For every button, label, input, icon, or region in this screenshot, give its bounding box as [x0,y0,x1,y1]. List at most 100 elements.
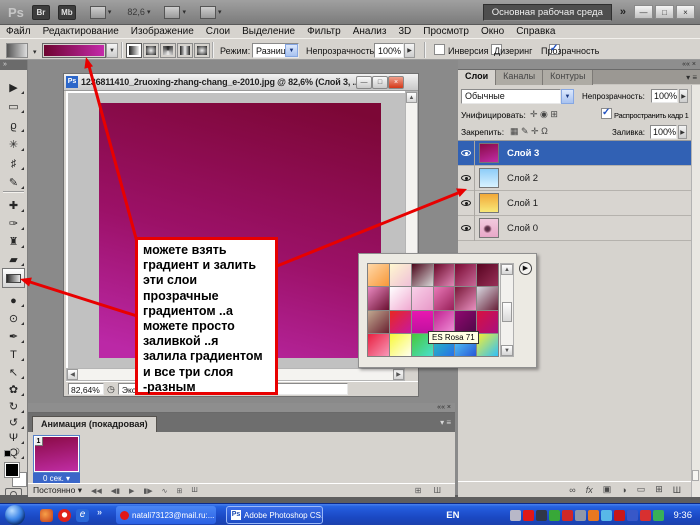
animation-tab[interactable]: Анимация (покадровая) [32,416,157,432]
tray-icon-8[interactable] [613,509,625,521]
menu-Анализ[interactable]: Анализ [347,26,393,37]
menu-Справка[interactable]: Справка [510,26,561,37]
3d-rotate-tool[interactable]: ↻ [0,399,27,415]
menu-Фильтр[interactable]: Фильтр [301,26,347,37]
mode-select-arrow[interactable]: ▼ [285,44,298,57]
propagate-checkbox[interactable] [601,107,612,119]
doc-minimize-button[interactable]: — [356,75,372,89]
gradient-type-4[interactable] [194,43,210,58]
gradient-swatch-23[interactable] [477,333,498,356]
menu-Редактирование[interactable]: Редактирование [37,26,125,37]
duplicate-frame-icon[interactable]: ⊞ [177,487,183,495]
layer-visibility-toggle[interactable] [458,190,475,216]
gradient-preview-arrow[interactable]: ▼ [106,43,118,58]
start-button[interactable] [5,505,25,525]
swap-colors-icon[interactable]: ⤸ [15,447,20,457]
gradient-swatch-19[interactable] [389,333,411,356]
gradient-swatch-5[interactable] [477,264,498,287]
animation-frame[interactable]: 1 0 сек. ▾ [33,435,80,485]
layer-thumbnail[interactable] [479,168,499,188]
layer-visibility-toggle[interactable] [458,140,475,166]
document-titlebar[interactable]: Ps 1236811410_2ruoxing-zhang-chang_e-201… [64,74,418,91]
playback-2[interactable]: ▶ [129,488,134,495]
quicklaunch-icon-2[interactable] [58,509,71,522]
gradient-swatch-16[interactable] [455,310,477,333]
default-colors-icon[interactable] [4,450,11,457]
tab-Слои[interactable]: Слои [458,70,497,85]
layers-menu-icon[interactable]: ▾ ≡ [686,73,697,82]
hand-tool[interactable]: Ψ [0,430,27,446]
gradient-picker-menu-button[interactable]: ▶ [519,262,532,275]
layer-row-Слой 2[interactable]: Слой 2 [458,165,691,191]
menu-Файл[interactable]: Файл [0,26,37,37]
eyedropper-tool[interactable]: ✎ [0,175,27,191]
arrange-documents-icon[interactable] [164,5,181,19]
brush-tool[interactable]: ✑ [0,216,27,232]
blend-mode-select[interactable]: Обычные [461,89,561,104]
gradient-tool[interactable] [2,268,25,288]
unify-icons[interactable]: ✛ ◉ ⊞ [530,109,558,120]
animation-menu-icon[interactable]: ▾ ≡ [440,418,451,427]
panel-scrollbar[interactable] [691,85,700,497]
opacity-arrow[interactable]: ▶ [404,43,415,58]
layer-visibility-toggle[interactable] [458,165,475,191]
menu-3D[interactable]: 3D [392,26,417,37]
tab-Каналы[interactable]: Каналы [496,70,544,85]
gradient-swatch-3[interactable] [433,264,455,287]
taskbar-clock[interactable]: 9:36 [674,510,693,521]
language-indicator[interactable]: EN [446,510,459,521]
quicklaunch-chevron[interactable]: » [97,507,102,517]
3d-orbit-tool[interactable]: ↺ [0,415,27,431]
healing-brush-tool[interactable]: ✚ [0,198,27,214]
quick-selection-tool[interactable]: ✳ [0,137,27,153]
pen-tool[interactable]: ✒ [0,329,27,345]
workspace-chevrons[interactable]: » [620,6,626,18]
taskbar-task-mail[interactable]: natali73123@mail.ru:... [116,506,216,524]
lasso-tool[interactable]: ϱ [0,118,27,134]
dodge-tool[interactable]: ⊙ [0,311,27,327]
gradient-swatch-15[interactable] [433,310,455,333]
doc-close-button[interactable]: × [388,75,404,89]
new-layer-icon[interactable]: ⊞ [655,484,663,495]
tools-panel-header[interactable]: » [0,60,27,70]
loop-select[interactable]: Постоянно ▾ [33,485,82,496]
gradient-swatch-1[interactable] [389,264,411,287]
tab-Контуры[interactable]: Контуры [543,70,594,85]
path-selection-tool[interactable]: ↖ [0,365,27,381]
gradient-preview[interactable] [42,43,106,58]
menu-Выделение[interactable]: Выделение [236,26,301,37]
layer-group-icon[interactable]: ▭ [637,484,646,495]
gradient-swatch-17[interactable] [477,310,498,333]
layer-thumbnail[interactable] [479,193,499,213]
tray-icon-4[interactable] [561,509,573,521]
gradient-swatch-10[interactable] [455,287,477,310]
gradient-swatch-13[interactable] [389,310,411,333]
gradient-type-2[interactable] [160,43,176,58]
tween-icon[interactable]: ∿ [162,487,168,495]
minimize-button[interactable]: — [634,5,653,19]
move-tool[interactable]: ▶ [0,80,27,96]
type-tool[interactable]: T [0,347,27,363]
link-layers-icon[interactable]: ∞ [569,485,575,495]
tray-icon-11[interactable] [652,509,664,521]
tray-icon-7[interactable] [600,509,612,521]
opacity-value[interactable]: 100% [374,43,404,58]
layer-style-icon[interactable]: fx [586,485,593,495]
internet-explorer-icon[interactable]: e [76,509,89,522]
tray-icon-0[interactable] [509,509,521,521]
menu-Изображение[interactable]: Изображение [125,26,200,37]
menu-Слои[interactable]: Слои [200,26,236,37]
layer-thumbnail[interactable] [479,143,499,163]
gradient-swatch-8[interactable] [411,287,433,310]
layer-visibility-toggle[interactable] [458,215,475,241]
gradient-swatch-2[interactable] [411,264,433,287]
tray-icon-9[interactable] [626,509,638,521]
gradient-swatch-9[interactable] [433,287,455,310]
crop-tool[interactable]: ♯ [0,156,27,172]
bridge-icon[interactable]: Br [31,4,50,20]
new-frame-icon[interactable]: ⊞ [415,486,422,495]
fill-value[interactable]: 100% [650,125,677,139]
menu-Окно[interactable]: Окно [475,26,510,37]
layer-mask-icon[interactable]: ▣ [603,484,612,495]
eraser-tool[interactable]: ▰ [0,252,27,268]
